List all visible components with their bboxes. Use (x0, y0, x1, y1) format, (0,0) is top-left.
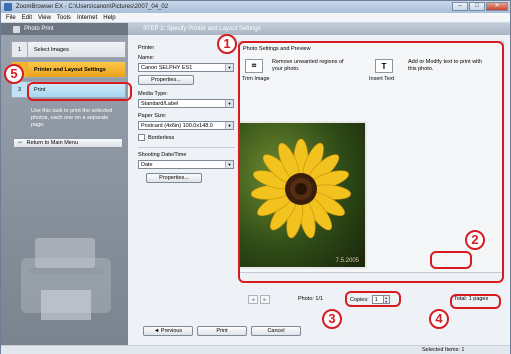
printer-name-label: Name: (138, 55, 155, 61)
step-title: STEP 2: Specify Printer and Layout Setti… (143, 26, 261, 32)
return-main-menu-button[interactable]: ↩ Return to Main Menu (13, 138, 123, 148)
menu-internet[interactable]: Internet (77, 15, 97, 21)
step-list: 1 Select Images 2 Printer and Layout Set… (11, 41, 126, 101)
step-select-images[interactable]: 1 Select Images (11, 41, 126, 58)
date-stamp: 7.5.2005 (335, 258, 359, 264)
photo-counter: Photo: 1/1 (298, 296, 324, 302)
borderless-label: Borderless (148, 134, 175, 141)
step-label: Printer and Layout Settings (34, 66, 106, 73)
status-bar: Selected Items: 1 (1, 345, 510, 354)
photo-preview: 7.5.2005 (237, 121, 367, 269)
paper-size-label: Paper Size: (138, 113, 167, 119)
selected-items-status: Selected Items: 1 (422, 347, 465, 353)
printer-properties-button[interactable]: Properties... (138, 75, 194, 85)
menu-view[interactable]: View (38, 15, 51, 21)
menu-edit[interactable]: Edit (22, 15, 32, 21)
step-title-bar: STEP 2: Specify Printer and Layout Setti… (128, 23, 510, 35)
task-description: Use this task to print the selected phot… (31, 108, 113, 128)
print-button[interactable]: Print (197, 326, 247, 336)
app-icon (4, 3, 12, 11)
return-label: Return to Main Menu (26, 140, 78, 146)
menu-bar: File Edit View Tools Internet Help (1, 13, 510, 23)
step-number: 1 (12, 42, 28, 57)
title-bar: ZoomBrowser EX - C:\Users\canon\Pictures… (1, 1, 510, 13)
callout-2: 2 (465, 230, 485, 250)
total-pages: Total: 1 pages (454, 296, 489, 302)
printer-name-select[interactable]: Canon SELPHY ES1 ▼ (138, 63, 234, 72)
shooting-date-label: Shooting Date/Time (138, 152, 187, 158)
callout-1: 1 (217, 34, 237, 54)
step-label: Print (34, 86, 46, 93)
maximize-button[interactable]: □ (469, 2, 485, 11)
insert-text-description: Add or Modify text to print with this ph… (408, 59, 482, 72)
next-photo-button[interactable]: ► (260, 295, 270, 304)
menu-help[interactable]: Help (103, 15, 115, 21)
copies-input[interactable]: 1 (371, 295, 384, 304)
media-type-value: Standard/Label (141, 100, 179, 107)
divider (138, 147, 235, 148)
borderless-checkbox-row[interactable]: Borderless (138, 134, 235, 141)
window-controls: – □ ✕ (452, 2, 508, 11)
window-title: ZoomBrowser EX - C:\Users\canon\Pictures… (16, 4, 169, 10)
printer-name-value: Canon SELPHY ES1 (141, 64, 193, 71)
sidebar-header: Photo Print (1, 23, 128, 35)
cancel-button[interactable]: Cancel (251, 326, 301, 336)
chevron-down-icon: ▼ (225, 100, 233, 107)
app-window: ZoomBrowser EX - C:\Users\canon\Pictures… (0, 0, 511, 354)
copies-control: Copies: 1 ▲ ▼ (350, 295, 390, 304)
copies-spinner[interactable]: ▲ ▼ (383, 295, 390, 304)
callout-3: 3 (322, 309, 342, 329)
copies-label: Copies: (350, 296, 369, 303)
trim-description: Remove unwanted regions of your photo. (272, 59, 344, 72)
sunflower-image (239, 123, 365, 267)
chevron-down-icon: ▼ (225, 122, 233, 129)
previous-button[interactable]: ◄ Previous (143, 326, 193, 336)
text-icon: T (375, 59, 393, 73)
step-number: 3 (12, 82, 28, 97)
printer-illustration (21, 238, 111, 320)
step-print[interactable]: 3 Print (11, 81, 126, 98)
sidebar-title: Photo Print (24, 26, 54, 32)
main-panel: STEP 2: Specify Printer and Layout Setti… (128, 23, 510, 345)
step-printer-layout[interactable]: 2 Printer and Layout Settings (11, 61, 126, 78)
callout-5: 5 (4, 64, 24, 84)
preview-title: Photo Settings and Preview (243, 46, 311, 52)
trim-image-label[interactable]: Trim Image (242, 76, 270, 82)
trim-icon: ⌗ (245, 59, 263, 73)
step-label: Select Images (34, 46, 69, 53)
menu-file[interactable]: File (6, 15, 16, 21)
return-arrow-icon: ↩ (18, 140, 23, 146)
chevron-down-icon: ▼ (225, 64, 233, 71)
media-type-select[interactable]: Standard/Label ▼ (138, 99, 234, 108)
insert-text-label[interactable]: Insert Text (369, 76, 394, 82)
shooting-date-select[interactable]: Date ▼ (138, 160, 234, 169)
photo-print-icon (13, 25, 20, 33)
preview-navigation: ◄ ► Photo: 1/1 Copies: 1 ▲ ▼ Total: 1 pag… (238, 293, 504, 313)
shooting-properties-button[interactable]: Properties... (146, 173, 202, 183)
paper-size-select[interactable]: Postcard (4x6in) 100.0x148.0 ▼ (138, 121, 234, 130)
callout-4: 4 (429, 309, 449, 329)
borderless-checkbox[interactable] (138, 134, 145, 141)
footer-buttons: ◄ Previous Print Cancel (143, 326, 301, 336)
shooting-date-value: Date (141, 161, 153, 168)
media-type-label: Media Type: (138, 91, 168, 97)
close-button[interactable]: ✕ (486, 2, 508, 11)
prev-photo-button[interactable]: ◄ (248, 295, 258, 304)
trim-image-tool[interactable]: ⌗ Remove unwanted regions of your photo. (245, 59, 350, 73)
insert-text-tool[interactable]: T Add or Modify text to print with this … (375, 59, 488, 73)
chevron-down-icon: ▼ (225, 161, 233, 168)
minimize-button[interactable]: – (452, 2, 468, 11)
menu-tools[interactable]: Tools (57, 15, 71, 21)
printer-settings-panel: Printer Name: Canon SELPHY ES1 ▼ Propert… (138, 45, 235, 183)
paper-size-value: Postcard (4x6in) 100.0x148.0 (141, 122, 213, 129)
